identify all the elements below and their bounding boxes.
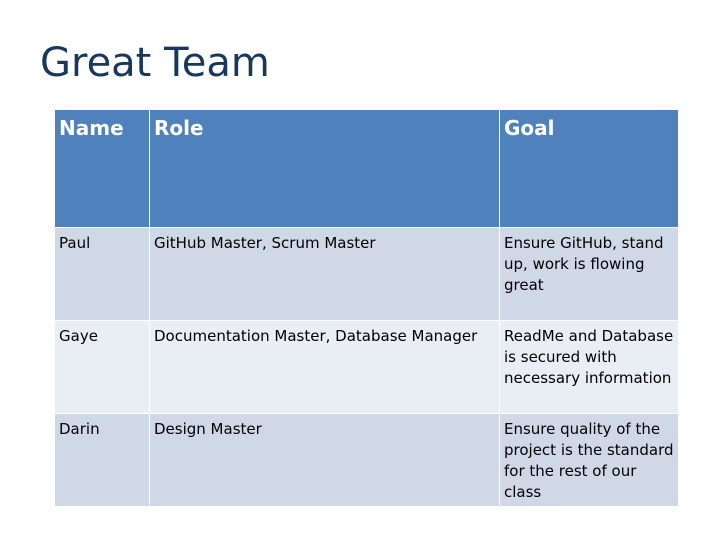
cell-role: GitHub Master, Scrum Master [149, 227, 500, 321]
team-table: Name Role Goal Paul GitHub Master, Scrum… [54, 109, 679, 507]
cell-name: Gaye [54, 320, 150, 414]
cell-goal-text: ReadMe and Database is secured with nece… [504, 327, 674, 387]
cell-role-text: GitHub Master, Scrum Master [154, 234, 376, 252]
cell-name-text: Gaye [59, 327, 98, 345]
cell-goal-text: Ensure GitHub, stand up, work is flowing… [504, 234, 664, 294]
cell-name-text: Paul [59, 234, 91, 252]
header-role: Role [149, 109, 500, 228]
cell-goal: Ensure quality of the project is the sta… [499, 413, 679, 507]
cell-goal: ReadMe and Database is secured with nece… [499, 320, 679, 414]
cell-goal-text: Ensure quality of the project is the sta… [504, 420, 674, 501]
header-goal-label: Goal [504, 116, 555, 140]
cell-goal: Ensure GitHub, stand up, work is flowing… [499, 227, 679, 321]
cell-name: Paul [54, 227, 150, 321]
slide-title: Great Team [40, 40, 270, 86]
header-name: Name [54, 109, 150, 228]
table-row: Paul GitHub Master, Scrum Master Ensure … [54, 227, 679, 321]
header-role-label: Role [154, 116, 204, 140]
table-row: Darin Design Master Ensure quality of th… [54, 413, 679, 507]
cell-role-text: Design Master [154, 420, 262, 438]
cell-name: Darin [54, 413, 150, 507]
cell-role-text: Documentation Master, Database Manager [154, 327, 478, 345]
table-row: Gaye Documentation Master, Database Mana… [54, 320, 679, 414]
header-name-label: Name [59, 116, 124, 140]
table-header-row: Name Role Goal [54, 109, 679, 228]
cell-name-text: Darin [59, 420, 100, 438]
cell-role: Design Master [149, 413, 500, 507]
header-goal: Goal [499, 109, 679, 228]
cell-role: Documentation Master, Database Manager [149, 320, 500, 414]
